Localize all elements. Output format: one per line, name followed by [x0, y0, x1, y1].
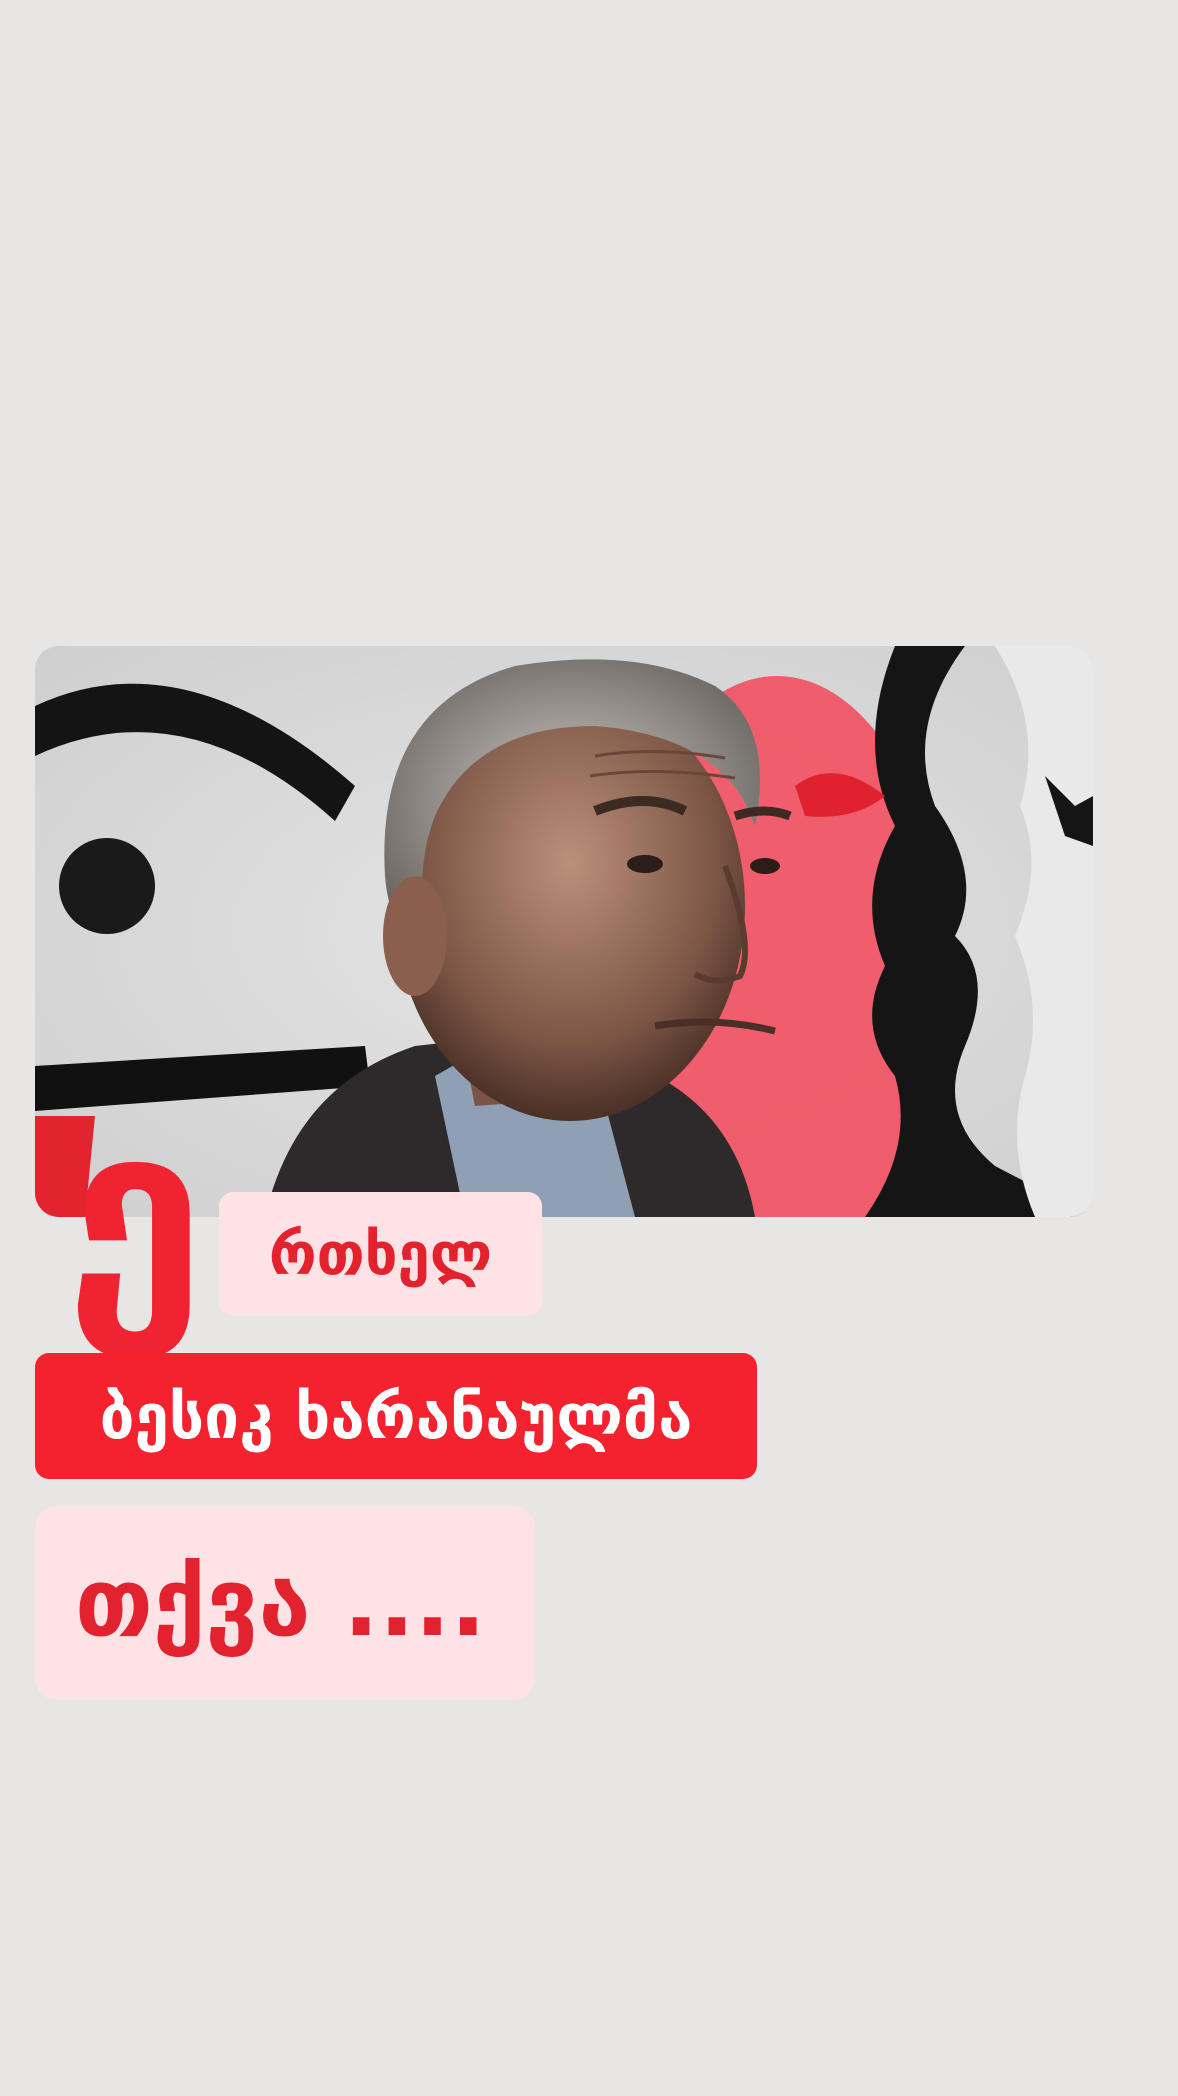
title-line-2: ბესიკ ხარანაულმა [35, 1353, 757, 1479]
title-line-3: თქვა .... [35, 1506, 535, 1700]
drop-cap-letter: ე [65, 1069, 205, 1360]
title-line-1: რთხელ [219, 1192, 542, 1316]
